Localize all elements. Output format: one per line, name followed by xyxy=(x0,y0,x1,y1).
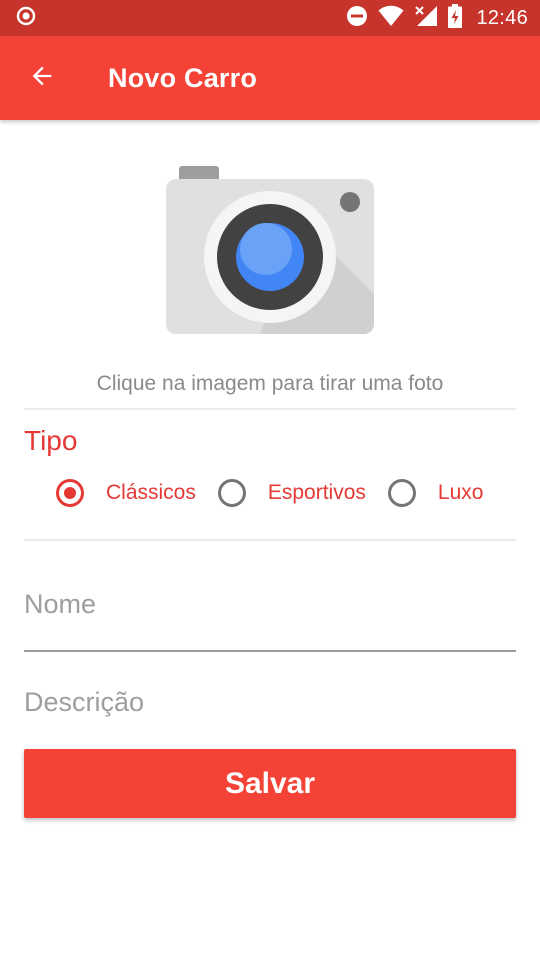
radio-label: Clássicos xyxy=(106,481,196,504)
descricao-field-wrapper xyxy=(24,682,516,722)
back-button[interactable] xyxy=(14,50,70,106)
nome-field-wrapper xyxy=(24,584,516,652)
descricao-input[interactable] xyxy=(24,682,516,722)
radio-unchecked-icon[interactable] xyxy=(217,479,246,507)
page-title: Novo Carro xyxy=(108,62,258,93)
radio-option-esportivos[interactable]: Esportivos xyxy=(217,479,366,507)
status-time: 12:46 xyxy=(476,6,528,29)
arrow-back-icon xyxy=(28,62,56,95)
radio-label: Luxo xyxy=(437,481,484,504)
camera-icon xyxy=(162,166,378,342)
screen: 12:46 Novo Carro Clique na imagem para t… xyxy=(0,0,540,960)
signal-no-data-icon xyxy=(414,5,438,32)
status-right: 12:46 xyxy=(346,3,528,33)
status-left xyxy=(16,6,36,31)
save-button[interactable]: Salvar xyxy=(24,749,516,818)
radio-unchecked-icon[interactable] xyxy=(387,479,416,507)
photo-picker[interactable] xyxy=(162,162,378,338)
radio-option-classicos[interactable]: Clássicos xyxy=(56,479,196,507)
radio-option-luxo[interactable]: Luxo xyxy=(387,479,484,507)
wifi-icon xyxy=(378,5,404,32)
camera-dot-icon xyxy=(16,6,36,31)
nome-input[interactable] xyxy=(24,584,516,624)
divider-bottom xyxy=(24,539,516,541)
battery-charging-icon xyxy=(448,3,463,33)
radio-checked-icon[interactable] xyxy=(56,479,84,507)
radio-label: Esportivos xyxy=(267,481,366,504)
status-bar: 12:46 xyxy=(0,0,540,36)
tipo-radio-group: Clássicos Esportivos Luxo xyxy=(56,474,483,512)
do-not-disturb-icon xyxy=(346,5,368,32)
photo-hint: Clique na imagem para tirar uma foto xyxy=(96,372,444,395)
app-bar: Novo Carro xyxy=(0,36,540,120)
divider-top xyxy=(24,408,516,410)
tipo-label: Tipo xyxy=(24,425,78,456)
